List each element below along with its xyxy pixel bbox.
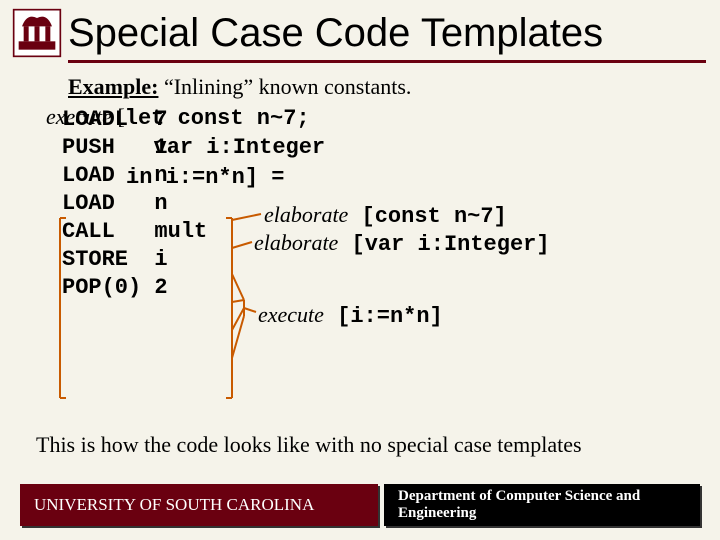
footer: UNIVERSITY OF SOUTH CAROLINA Department … bbox=[20, 484, 700, 526]
header: Special Case Code Templates bbox=[0, 0, 720, 60]
code-line: LOAD n bbox=[62, 190, 207, 218]
example-label: Example: bbox=[68, 74, 158, 99]
usc-logo-icon bbox=[12, 8, 62, 58]
annotation-3-code: [i:=n*n] bbox=[324, 304, 443, 329]
annotation-3: execute [i:=n*n] bbox=[258, 302, 443, 329]
bottom-note: This is how the code looks like with no … bbox=[36, 432, 582, 458]
annotation-2-label: elaborate bbox=[254, 230, 338, 255]
code-line: STORE i bbox=[62, 246, 207, 274]
code-line: CALL mult bbox=[62, 218, 207, 246]
code-block: LOADL 7 PUSH 1 LOAD n LOAD n CALL mult S… bbox=[62, 106, 207, 302]
code-line: PUSH 1 bbox=[62, 134, 207, 162]
slide: Special Case Code Templates Example: “In… bbox=[0, 0, 720, 540]
slide-title: Special Case Code Templates bbox=[68, 11, 603, 56]
code-line: POP(0) 2 bbox=[62, 274, 207, 302]
example-line: Example: “Inlining” known constants. bbox=[46, 73, 692, 101]
footer-right: Department of Computer Science and Engin… bbox=[384, 484, 700, 526]
example-text: “Inlining” known constants. bbox=[158, 74, 411, 99]
footer-left: UNIVERSITY OF SOUTH CAROLINA bbox=[20, 484, 378, 526]
code-line: LOADL 7 bbox=[62, 106, 207, 134]
code-line: LOAD n bbox=[62, 162, 207, 190]
annotation-2-code: [var i:Integer] bbox=[338, 232, 549, 257]
annotation-2: elaborate [var i:Integer] bbox=[254, 230, 550, 257]
annotation-1: elaborate [const n~7] bbox=[264, 202, 507, 229]
annotation-1-label: elaborate bbox=[264, 202, 348, 227]
annotation-3-label: execute bbox=[258, 302, 324, 327]
annotation-1-code: [const n~7] bbox=[348, 204, 506, 229]
